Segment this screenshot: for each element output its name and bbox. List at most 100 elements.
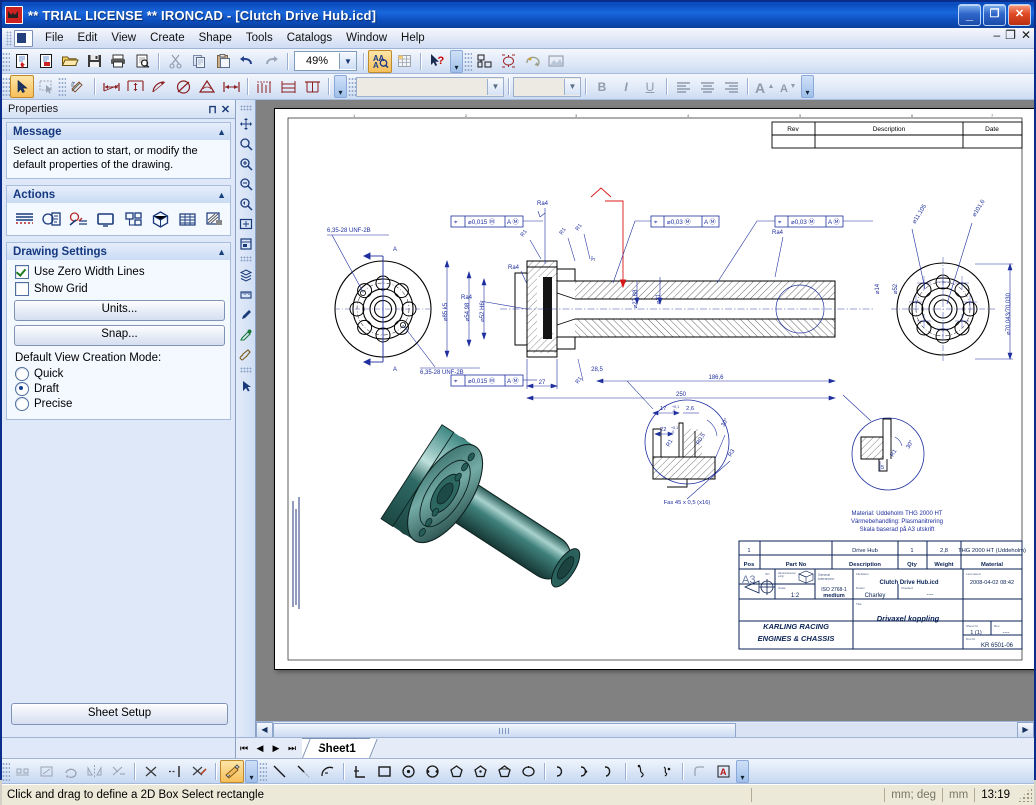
sketch-icon[interactable] — [66, 75, 90, 98]
units-button[interactable]: Units... — [14, 300, 225, 321]
help-pointer-icon[interactable]: ? — [425, 50, 449, 73]
create-views-icon[interactable] — [12, 206, 37, 231]
toolbar-grip[interactable] — [2, 51, 10, 71]
grow-font-icon[interactable]: A — [752, 75, 776, 98]
pin-icon[interactable]: ⊓ — [206, 103, 219, 116]
extend-icon[interactable] — [163, 760, 187, 783]
font-size-combo[interactable]: ▼ — [513, 76, 581, 97]
font-family-combo[interactable]: ▼ — [356, 76, 504, 97]
bottom-toolbar-overflow[interactable] — [245, 759, 258, 783]
draw-toolbar-grip[interactable] — [2, 77, 10, 96]
geometry-toolbar-grip[interactable] — [259, 761, 267, 781]
menu-create[interactable]: Create — [143, 30, 192, 46]
save-icon[interactable] — [82, 50, 106, 73]
group-actions-header[interactable]: Actions ▲ — [7, 186, 230, 203]
maximize-button[interactable]: ❐ — [983, 4, 1006, 26]
vtools-grip[interactable] — [239, 105, 252, 111]
new-scene-icon[interactable] — [10, 50, 34, 73]
undo-icon[interactable] — [235, 50, 259, 73]
toolbar-grip-2[interactable] — [464, 51, 472, 71]
mirror-icon[interactable] — [82, 760, 106, 783]
exploded-view-icon[interactable] — [121, 206, 146, 231]
chevron-up-icon[interactable]: ▲ — [217, 190, 226, 200]
select-box-icon[interactable] — [34, 75, 58, 98]
italic-button[interactable]: I — [614, 75, 638, 98]
pen-icon[interactable] — [236, 305, 255, 324]
drawing-canvas[interactable]: 123 4567 Rev Description Date 6,35-28 UN… — [256, 100, 1034, 737]
isometric-model-view[interactable] — [345, 409, 605, 609]
zoom-prev-icon[interactable] — [236, 194, 255, 213]
minimize-button[interactable]: _ — [958, 4, 981, 26]
shrink-font-icon[interactable]: A — [776, 75, 800, 98]
rectangle-icon[interactable] — [372, 760, 396, 783]
text-box-icon[interactable]: A — [711, 760, 735, 783]
chevron-down-icon[interactable]: ▼ — [339, 53, 356, 69]
format-toolbar-grip[interactable] — [348, 77, 356, 96]
line-icon[interactable] — [267, 760, 291, 783]
draw-toolbar-overflow[interactable] — [334, 75, 347, 98]
copy-icon[interactable] — [187, 50, 211, 73]
vtools-grip-3[interactable] — [239, 367, 252, 373]
zoom-window-icon[interactable] — [236, 134, 255, 153]
chevron-up-icon[interactable]: ▲ — [217, 247, 226, 257]
cut-icon[interactable] — [163, 50, 187, 73]
curve-icon[interactable] — [597, 760, 621, 783]
corner-icon[interactable] — [348, 760, 372, 783]
close-icon[interactable]: ✕ — [219, 103, 232, 116]
checkbox-box[interactable] — [15, 265, 29, 279]
menu-grip[interactable] — [6, 30, 12, 46]
checkbox-show-grid[interactable]: Show Grid — [15, 282, 223, 296]
drawing-sheet[interactable]: 123 4567 Rev Description Date 6,35-28 UN… — [274, 108, 1034, 670]
paste-icon[interactable] — [211, 50, 235, 73]
eyedropper-icon[interactable] — [236, 325, 255, 344]
bom-table-icon[interactable] — [175, 206, 200, 231]
menu-help[interactable]: Help — [394, 30, 432, 46]
ellipse-icon[interactable] — [516, 760, 540, 783]
trim-icon[interactable] — [139, 760, 163, 783]
zoom-fit-icon[interactable] — [236, 214, 255, 233]
open-icon[interactable] — [58, 50, 82, 73]
menu-view[interactable]: View — [104, 30, 143, 46]
sheet-setup-button[interactable]: Sheet Setup — [11, 703, 228, 725]
polygon3-icon[interactable] — [492, 760, 516, 783]
scroll-right-button[interactable]: ▶ — [1017, 721, 1034, 737]
checkbox-box[interactable] — [15, 282, 29, 296]
checkbox-use-zero-width-lines[interactable]: Use Zero Width Lines — [15, 265, 223, 279]
resize-grip[interactable] — [1018, 788, 1032, 802]
canvas-hscrollbar[interactable]: ◀ ▶ — [256, 721, 1034, 737]
blank-view-icon[interactable] — [93, 206, 118, 231]
bold-button[interactable]: B — [590, 75, 614, 98]
zoom-out-icon[interactable] — [236, 174, 255, 193]
tab-prev-button[interactable]: ◀ — [252, 738, 268, 758]
frame-icon[interactable] — [34, 760, 58, 783]
3d-view-icon[interactable] — [148, 206, 173, 231]
array-icon[interactable] — [10, 760, 34, 783]
sheet-tab-sheet1[interactable]: Sheet1 — [302, 738, 370, 758]
tab-first-button[interactable]: ⏮ — [236, 738, 252, 758]
pan-icon[interactable] — [236, 114, 255, 133]
box-select-icon[interactable] — [220, 759, 244, 783]
align-center-icon[interactable] — [695, 75, 719, 98]
grid-icon[interactable] — [392, 50, 416, 73]
trim-corner-icon[interactable] — [187, 760, 211, 783]
polyline-icon[interactable] — [291, 760, 315, 783]
zoom-combo[interactable]: 49% ▼ — [294, 51, 357, 71]
arc-dim-icon[interactable] — [147, 75, 171, 98]
select-arrow-icon[interactable] — [10, 75, 34, 98]
group-message-header[interactable]: Message ▲ — [7, 123, 230, 140]
chevron-up-icon[interactable]: ▲ — [217, 127, 226, 137]
redo-icon[interactable] — [259, 50, 283, 73]
menu-tools[interactable]: Tools — [239, 30, 280, 46]
menu-file[interactable]: File — [38, 30, 71, 46]
chevron-down-icon[interactable]: ▼ — [487, 78, 503, 95]
geometry-toolbar-overflow[interactable] — [736, 759, 749, 783]
section-view-icon[interactable] — [66, 206, 91, 231]
radio-quick[interactable]: Quick — [15, 367, 223, 381]
ruler-icon[interactable] — [236, 285, 255, 304]
scroll-track[interactable] — [273, 722, 1017, 737]
bspline-icon[interactable] — [573, 760, 597, 783]
align-left-icon[interactable] — [671, 75, 695, 98]
vtools-grip-2[interactable] — [239, 256, 252, 262]
scroll-thumb[interactable] — [273, 722, 737, 737]
detail-view-icon[interactable] — [39, 206, 64, 231]
